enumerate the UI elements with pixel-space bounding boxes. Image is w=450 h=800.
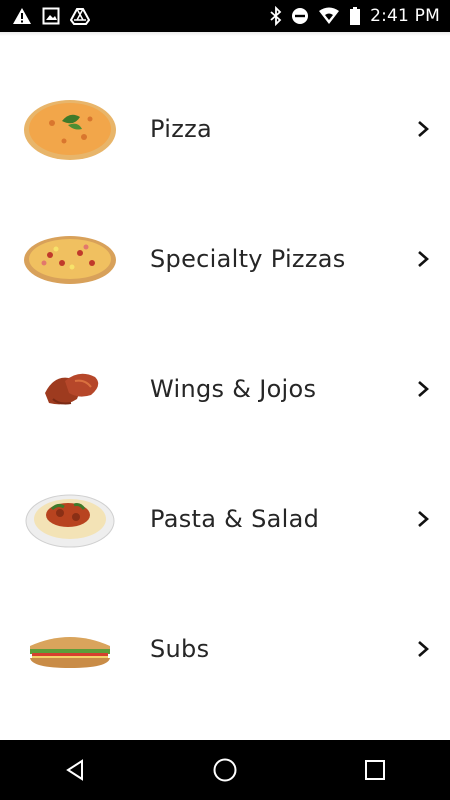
specialty-pizza-image — [20, 224, 120, 294]
drive-icon — [70, 7, 90, 25]
chevron-right-icon — [418, 251, 429, 267]
chevron-right-icon — [418, 381, 429, 397]
wifi-icon — [318, 7, 340, 25]
header-divider — [0, 32, 450, 36]
menu-item-specialty-pizzas[interactable]: Specialty Pizzas — [0, 194, 450, 324]
recents-icon — [365, 760, 385, 780]
chevron-right-icon — [418, 641, 429, 657]
home-button[interactable] — [195, 740, 255, 800]
status-bar: 2:41 PM — [0, 0, 450, 32]
home-icon — [213, 758, 237, 782]
menu-item-label: Specialty Pizzas — [150, 245, 346, 273]
menu-item-wings-jojos[interactable]: Wings & Jojos — [0, 324, 450, 454]
status-time: 2:41 PM — [370, 6, 440, 26]
battery-icon — [349, 6, 361, 26]
menu-item-pizza[interactable]: Pizza — [0, 64, 450, 194]
image-icon — [42, 7, 60, 25]
recents-button[interactable] — [345, 740, 405, 800]
menu-item-label: Subs — [150, 635, 210, 663]
menu-item-label: Pizza — [150, 115, 213, 143]
menu-list: Pizza Specialty Pizzas Wings & Jojos Pas… — [0, 64, 450, 714]
status-right-icons: 2:41 PM — [270, 6, 440, 26]
menu-item-label: Wings & Jojos — [150, 375, 317, 403]
bluetooth-icon — [270, 6, 282, 26]
back-icon — [66, 759, 83, 781]
back-button[interactable] — [45, 740, 105, 800]
pizza-image — [20, 94, 120, 164]
chevron-right-icon — [418, 511, 429, 527]
wings-image — [20, 354, 120, 424]
sub-sandwich-image — [20, 614, 120, 684]
menu-item-pasta-salad[interactable]: Pasta & Salad — [0, 454, 450, 584]
warning-icon — [12, 7, 32, 25]
chevron-right-icon — [418, 121, 429, 137]
do-not-disturb-icon — [291, 7, 309, 25]
menu-item-subs[interactable]: Subs — [0, 584, 450, 714]
status-left-icons — [12, 7, 90, 25]
pasta-image — [20, 484, 120, 554]
navigation-bar — [0, 740, 450, 800]
menu-item-label: Pasta & Salad — [150, 505, 320, 533]
